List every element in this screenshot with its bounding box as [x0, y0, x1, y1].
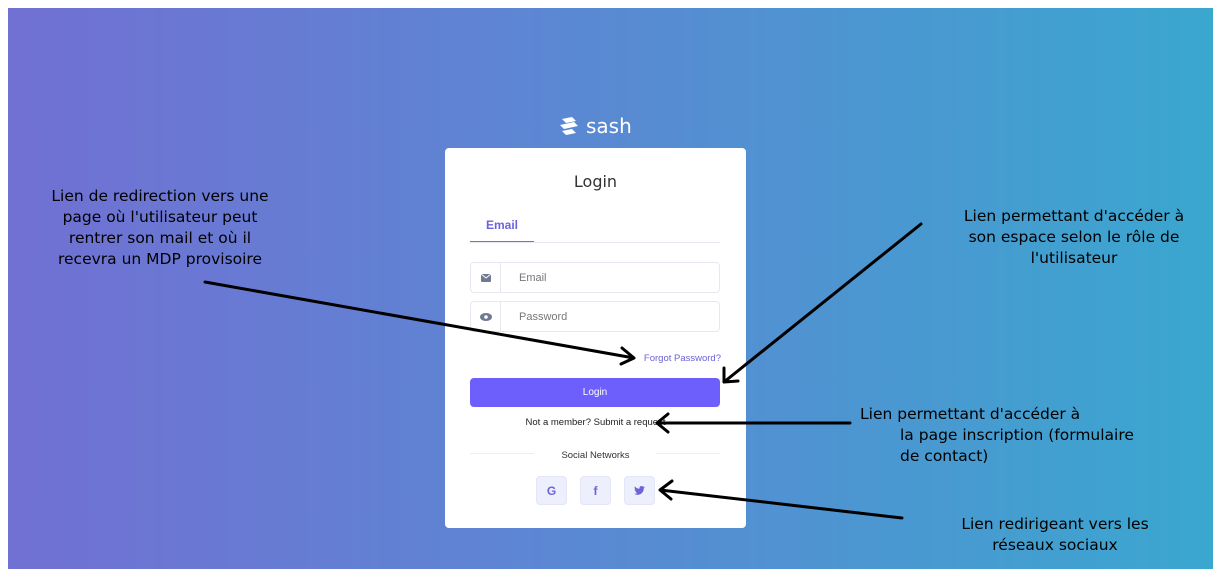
email-field — [470, 262, 720, 293]
signup-request-link[interactable]: Not a member? Submit a request — [445, 417, 746, 428]
login-card: Login Email Forgot Password? Login Not a… — [445, 148, 746, 528]
email-input[interactable] — [517, 270, 701, 285]
tab-divider — [470, 242, 720, 243]
facebook-icon: f — [593, 483, 598, 498]
sash-logo-icon — [560, 117, 578, 135]
forgot-password-link[interactable]: Forgot Password? — [644, 353, 721, 364]
annotation-line: recevra un MDP provisoire — [57, 250, 263, 268]
password-input[interactable] — [517, 309, 701, 324]
twitter-icon — [634, 486, 645, 495]
envelope-icon — [471, 263, 501, 292]
brand-name: sash — [586, 114, 632, 138]
annotation-line: son espace selon le rôle de — [968, 228, 1180, 246]
brand-logo[interactable]: sash — [558, 112, 632, 140]
password-field — [470, 301, 720, 332]
twitter-button[interactable] — [624, 476, 655, 505]
annotation-line: page où l'utilisateur peut — [62, 208, 258, 226]
annotation-line: la page inscription (formulaire — [900, 426, 1134, 444]
annotation-line: Lien de redirection vers une — [51, 187, 269, 205]
google-button[interactable]: G — [536, 476, 567, 505]
annotation-line: rentrer son mail et où il — [68, 229, 252, 247]
annotation-line: réseaux sociaux — [992, 536, 1118, 554]
login-button[interactable]: Login — [470, 378, 720, 407]
signup-annotation: Lien permettant d'accéder à la page insc… — [860, 404, 1134, 467]
social-networks-label: Social Networks — [561, 450, 630, 461]
annotation-line: Lien permettant d'accéder à — [860, 405, 1081, 423]
social-annotation: Lien redirigeant vers les réseaux sociau… — [930, 514, 1180, 556]
tab-email[interactable]: Email — [470, 218, 534, 243]
login-title: Login — [573, 172, 618, 191]
annotation-line: Lien permettant d'accéder à — [963, 207, 1185, 225]
annotation-line: Lien redirigeant vers les — [961, 515, 1149, 533]
login-annotation: Lien permettant d'accéder à son espace s… — [940, 206, 1208, 269]
forgot-password-annotation: Lien de redirection vers une page où l'u… — [30, 186, 290, 270]
annotation-line: l'utilisateur — [1030, 249, 1118, 267]
eye-icon[interactable] — [471, 302, 501, 331]
facebook-button[interactable]: f — [580, 476, 611, 505]
annotation-line: de contact) — [900, 447, 989, 465]
google-icon: G — [546, 483, 557, 498]
